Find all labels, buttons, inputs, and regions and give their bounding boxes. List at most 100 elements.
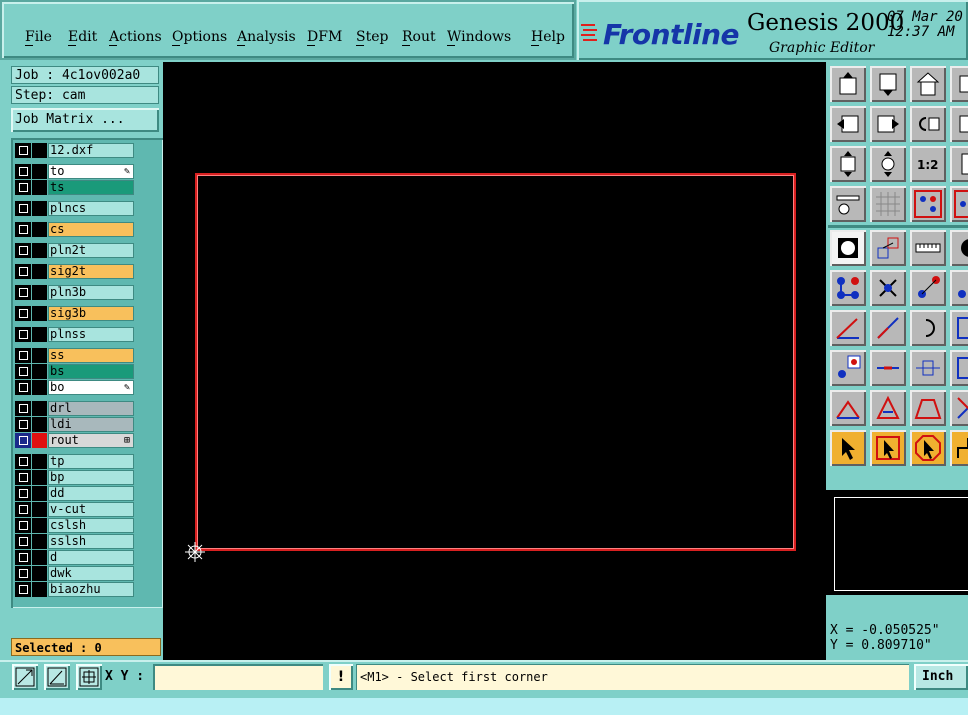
layer-color-swatch[interactable] bbox=[32, 582, 47, 597]
zoom-home-button[interactable] bbox=[830, 66, 866, 102]
layer-checkbox[interactable] bbox=[15, 285, 31, 300]
layer-row[interactable]: bo ✎ bbox=[15, 380, 134, 395]
layer-color-swatch[interactable] bbox=[32, 433, 47, 448]
layer-row[interactable]: sig2t bbox=[15, 264, 134, 279]
layer-row[interactable]: pln2t bbox=[15, 243, 134, 258]
layer-name[interactable]: plncs bbox=[48, 201, 134, 216]
layer-row[interactable]: plncs bbox=[15, 201, 134, 216]
snap-button[interactable] bbox=[950, 186, 968, 222]
point-square-button[interactable] bbox=[830, 350, 866, 386]
menu-dfm[interactable]: DFM bbox=[307, 29, 342, 45]
distance-button[interactable] bbox=[910, 350, 946, 386]
menu-step[interactable]: Step bbox=[356, 29, 388, 45]
layer-checkbox[interactable] bbox=[15, 364, 31, 379]
move-button[interactable] bbox=[870, 230, 906, 266]
layer-color-swatch[interactable] bbox=[32, 285, 47, 300]
warning-button[interactable]: ! bbox=[329, 664, 353, 690]
fit-profile-button[interactable] bbox=[870, 146, 906, 182]
layer-row[interactable]: pln3b bbox=[15, 285, 134, 300]
cross-button[interactable] bbox=[950, 390, 968, 426]
triangle-button[interactable] bbox=[870, 390, 906, 426]
layer-row[interactable]: ss bbox=[15, 348, 134, 363]
layer-name[interactable]: cs bbox=[48, 222, 134, 237]
line-break-button[interactable] bbox=[870, 350, 906, 386]
bus-button[interactable] bbox=[950, 350, 968, 386]
layer-name[interactable]: pln3b bbox=[48, 285, 134, 300]
xy-input[interactable] bbox=[153, 664, 323, 690]
layer-color-swatch[interactable] bbox=[32, 143, 47, 158]
angle-mode-button[interactable] bbox=[44, 664, 70, 690]
layer-name[interactable]: bs bbox=[48, 364, 134, 379]
connect-nodes-button[interactable] bbox=[830, 270, 866, 306]
pad-round-button[interactable] bbox=[950, 230, 968, 266]
layer-row[interactable]: dwk bbox=[15, 566, 134, 581]
layer-name[interactable]: ss bbox=[48, 348, 134, 363]
layer-checkbox[interactable] bbox=[15, 433, 31, 448]
layer-name[interactable]: biaozhu bbox=[48, 582, 134, 597]
home-button[interactable] bbox=[910, 66, 946, 102]
layer-row[interactable]: plnss bbox=[15, 327, 134, 342]
layer-name[interactable]: d bbox=[48, 550, 134, 565]
layer-name[interactable]: v-cut bbox=[48, 502, 134, 517]
layer-name[interactable]: drl bbox=[48, 401, 134, 416]
layer-row[interactable]: dd bbox=[15, 486, 134, 501]
grid-mode-button[interactable] bbox=[76, 664, 102, 690]
delete-node-button[interactable] bbox=[870, 270, 906, 306]
layer-color-swatch[interactable] bbox=[32, 380, 47, 395]
layer-color-swatch[interactable] bbox=[32, 264, 47, 279]
snap-mode-button[interactable] bbox=[12, 664, 38, 690]
select-box-button[interactable] bbox=[870, 430, 906, 466]
zoom-home-2-button[interactable] bbox=[870, 66, 906, 102]
layer-row[interactable]: d bbox=[15, 550, 134, 565]
flash-pad-button[interactable] bbox=[830, 230, 866, 266]
trapezoid-button[interactable] bbox=[910, 390, 946, 426]
layer-name[interactable]: ldi bbox=[48, 417, 134, 432]
layer-checkbox[interactable] bbox=[15, 470, 31, 485]
layer-row[interactable]: sig3b bbox=[15, 306, 134, 321]
layer-checkbox[interactable] bbox=[15, 486, 31, 501]
layer-checkbox[interactable] bbox=[15, 502, 31, 517]
layer-row[interactable]: v-cut bbox=[15, 502, 134, 517]
layer-name[interactable]: sslsh bbox=[48, 534, 134, 549]
layer-name[interactable]: bo ✎ bbox=[48, 380, 134, 395]
layer-checkbox[interactable] bbox=[15, 222, 31, 237]
layer-checkbox[interactable] bbox=[15, 550, 31, 565]
layer-checkbox[interactable] bbox=[15, 264, 31, 279]
layer-color-swatch[interactable] bbox=[32, 348, 47, 363]
add-node-button[interactable] bbox=[910, 270, 946, 306]
slope-button[interactable] bbox=[830, 390, 866, 426]
menu-analysis[interactable]: Analysis bbox=[237, 29, 296, 45]
line-angle-button[interactable] bbox=[830, 310, 866, 346]
menu-options[interactable]: Options bbox=[172, 29, 227, 45]
menu-file[interactable]: File bbox=[25, 29, 52, 45]
layer-color-swatch[interactable] bbox=[32, 222, 47, 237]
layer-row[interactable]: ldi bbox=[15, 417, 134, 432]
layer-color-swatch[interactable] bbox=[32, 164, 47, 179]
snap-active-button[interactable] bbox=[910, 186, 946, 222]
layer-name[interactable]: tp bbox=[48, 454, 134, 469]
layer-name[interactable]: dd bbox=[48, 486, 134, 501]
layer-color-swatch[interactable] bbox=[32, 534, 47, 549]
layer-checkbox[interactable] bbox=[15, 454, 31, 469]
layer-color-swatch[interactable] bbox=[32, 327, 47, 342]
layer-checkbox[interactable] bbox=[15, 401, 31, 416]
layer-color-swatch[interactable] bbox=[32, 566, 47, 581]
layer-row[interactable]: sslsh bbox=[15, 534, 134, 549]
layer-name[interactable]: to ✎ bbox=[48, 164, 134, 179]
select-oct-button[interactable] bbox=[910, 430, 946, 466]
layer-color-swatch[interactable] bbox=[32, 401, 47, 416]
layer-color-swatch[interactable] bbox=[32, 180, 47, 195]
layer-checkbox[interactable] bbox=[15, 417, 31, 432]
layer-color-swatch[interactable] bbox=[32, 486, 47, 501]
layer-checkbox[interactable] bbox=[15, 143, 31, 158]
layer-row[interactable]: cslsh bbox=[15, 518, 134, 533]
layer-row[interactable]: bp bbox=[15, 470, 134, 485]
layer-checkbox[interactable] bbox=[15, 327, 31, 342]
menu-actions[interactable]: Actions bbox=[109, 29, 162, 45]
layer-color-swatch[interactable] bbox=[32, 454, 47, 469]
layer-name[interactable]: 12.dxf bbox=[48, 143, 134, 158]
pan-right-button[interactable] bbox=[870, 106, 906, 142]
layer-name[interactable]: pln2t bbox=[48, 243, 134, 258]
layer-name[interactable]: cslsh bbox=[48, 518, 134, 533]
layer-row[interactable]: rout ⊞ bbox=[15, 433, 134, 448]
